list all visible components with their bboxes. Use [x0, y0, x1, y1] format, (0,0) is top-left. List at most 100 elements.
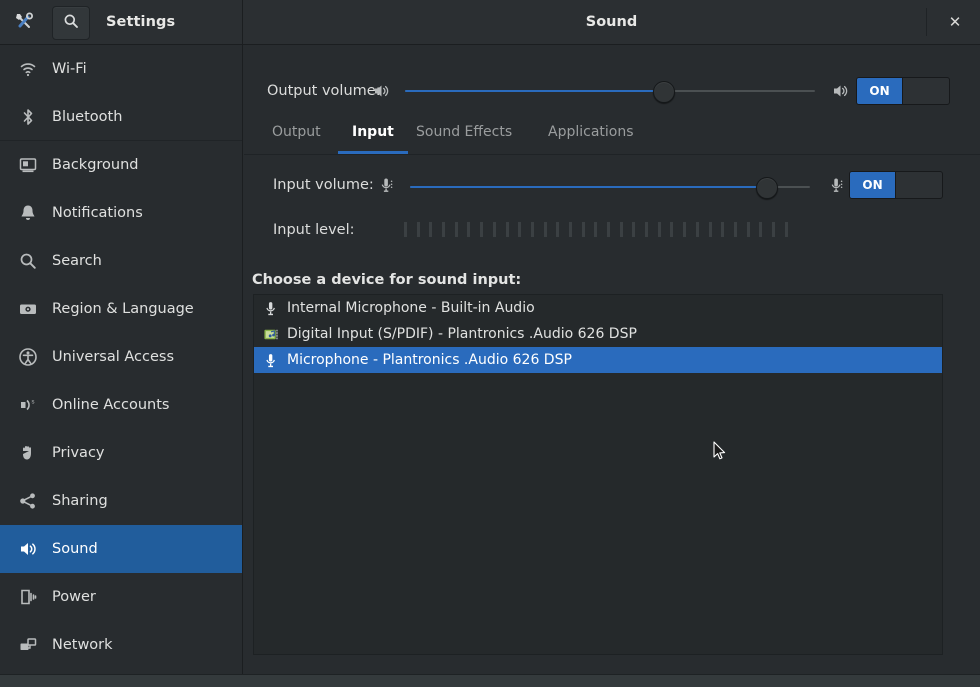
tab-applications[interactable]: Applications: [534, 111, 648, 154]
level-tick: [442, 222, 445, 237]
sidebar-item-search[interactable]: Search: [0, 237, 242, 285]
sidebar: Wi-Fi Bluetooth Background Notifications: [0, 45, 243, 687]
sharing-icon: [14, 489, 42, 513]
sidebar-item-region-language[interactable]: Region & Language: [0, 285, 242, 333]
audio-card-icon: [261, 324, 281, 344]
tab-input[interactable]: Input: [338, 111, 408, 154]
level-tick: [582, 222, 585, 237]
input-level-label: Input level:: [273, 222, 355, 238]
level-tick: [772, 222, 775, 237]
slider-fill: [410, 186, 766, 188]
slider-handle[interactable]: [756, 177, 778, 199]
sidebar-item-sound[interactable]: Sound: [0, 525, 242, 573]
sound-icon: [14, 537, 42, 561]
output-volume-label: Output volume:: [267, 83, 381, 99]
privacy-hand-icon: [14, 441, 42, 465]
search-icon: [14, 249, 42, 273]
level-tick: [607, 222, 610, 237]
sidebar-item-universal-access[interactable]: Universal Access: [0, 333, 242, 381]
sidebar-item-label: Universal Access: [52, 349, 174, 365]
level-tick: [594, 222, 597, 237]
output-volume-slider[interactable]: [405, 79, 815, 103]
toggle-on-label: ON: [857, 78, 903, 104]
device-name: Microphone - Plantronics .Audio 626 DSP: [287, 352, 572, 368]
sidebar-item-bluetooth[interactable]: Bluetooth: [0, 93, 242, 141]
sidebar-item-sharing[interactable]: Sharing: [0, 477, 242, 525]
slider-fill: [405, 90, 663, 92]
level-tick: [747, 222, 750, 237]
level-tick: [734, 222, 737, 237]
output-volume-toggle[interactable]: ON: [856, 77, 950, 105]
tab-sound-effects[interactable]: Sound Effects: [402, 111, 526, 154]
input-volume-toggle[interactable]: ON: [849, 171, 943, 199]
level-tick: [683, 222, 686, 237]
svg-text:s: s: [32, 400, 35, 406]
level-tick: [467, 222, 470, 237]
level-tick: [785, 222, 788, 237]
level-tick: [696, 222, 699, 237]
level-tick: [404, 222, 407, 237]
sidebar-item-label: Sharing: [52, 493, 108, 509]
input-device-list[interactable]: Internal Microphone - Built-in Audio: [253, 294, 943, 655]
level-tick: [569, 222, 572, 237]
speaker-icon[interactable]: [372, 81, 392, 101]
list-item[interactable]: Microphone - Plantronics .Audio 626 DSP: [254, 347, 942, 373]
microphone-icon: [261, 298, 281, 318]
page-title: Sound: [243, 0, 980, 44]
sidebar-item-wifi[interactable]: Wi-Fi: [0, 45, 242, 93]
bell-icon: [14, 201, 42, 225]
search-button[interactable]: [52, 6, 90, 40]
level-tick: [645, 222, 648, 237]
titlebar: Settings Sound ✕: [0, 0, 980, 45]
input-volume-label: Input volume:: [273, 177, 374, 193]
close-icon[interactable]: ✕: [938, 6, 972, 38]
tools-icon[interactable]: [8, 6, 40, 38]
level-tick: [658, 222, 661, 237]
sound-tabs: Output Input Sound Effects Applications: [244, 111, 980, 155]
sidebar-item-power[interactable]: Power: [0, 573, 242, 621]
region-language-icon: [14, 297, 42, 321]
device-name: Internal Microphone - Built-in Audio: [287, 300, 535, 316]
sidebar-item-label: Bluetooth: [52, 109, 122, 125]
level-tick: [709, 222, 712, 237]
sidebar-item-label: Sound: [52, 541, 98, 557]
device-name: Digital Input (S/PDIF) - Plantronics .Au…: [287, 326, 637, 342]
app-title: Settings: [106, 0, 175, 44]
bluetooth-icon: [14, 105, 42, 129]
sidebar-item-network[interactable]: Network: [0, 621, 242, 669]
level-tick: [480, 222, 483, 237]
level-tick: [455, 222, 458, 237]
tab-output[interactable]: Output: [258, 111, 335, 154]
sidebar-item-label: Power: [52, 589, 96, 605]
sidebar-item-background[interactable]: Background: [0, 141, 242, 189]
slider-handle[interactable]: [653, 81, 675, 103]
power-icon: [14, 585, 42, 609]
universal-access-icon: [14, 345, 42, 369]
input-volume-slider[interactable]: [410, 175, 810, 199]
list-item[interactable]: Internal Microphone - Built-in Audio: [254, 295, 942, 321]
level-tick: [429, 222, 432, 237]
microphone-icon[interactable]: [377, 175, 397, 195]
sidebar-item-notifications[interactable]: Notifications: [0, 189, 242, 237]
sidebar-item-label: Background: [52, 157, 139, 173]
window-bottom-strip: [0, 674, 980, 687]
level-tick: [556, 222, 559, 237]
microphone-loud-icon[interactable]: [827, 175, 847, 195]
network-icon: [14, 633, 42, 657]
level-tick: [632, 222, 635, 237]
sidebar-item-online-accounts[interactable]: s Online Accounts: [0, 381, 242, 429]
microphone-icon: [261, 350, 281, 370]
level-tick: [417, 222, 420, 237]
level-tick: [518, 222, 521, 237]
toggle-on-label: ON: [850, 172, 896, 198]
sidebar-item-privacy[interactable]: Privacy: [0, 429, 242, 477]
sidebar-item-label: Notifications: [52, 205, 143, 221]
speaker-loud-icon[interactable]: [831, 81, 851, 101]
level-tick: [544, 222, 547, 237]
level-tick: [493, 222, 496, 237]
sidebar-item-label: Region & Language: [52, 301, 194, 317]
background-icon: [14, 153, 42, 177]
titlebar-separator: [926, 8, 927, 36]
list-item[interactable]: Digital Input (S/PDIF) - Plantronics .Au…: [254, 321, 942, 347]
search-icon: [63, 13, 79, 33]
